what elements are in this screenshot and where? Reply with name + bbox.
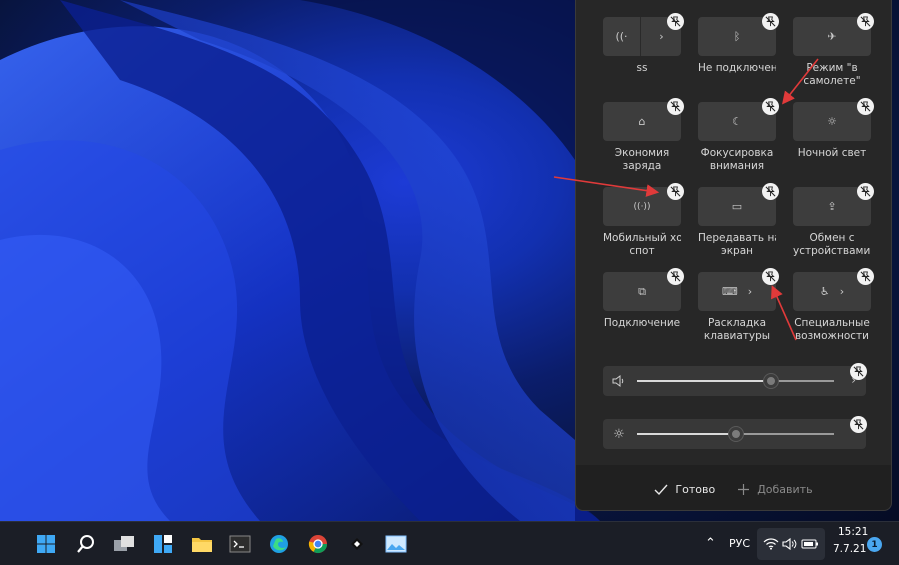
tile-label: Специальные возможности [794,317,870,342]
keyboard-icon: ⌨ [721,285,738,298]
edge-icon[interactable] [268,533,290,555]
unpin-icon[interactable] [667,13,684,30]
tile-label: Мобильный хот-спот [603,232,681,257]
tile-label: Не подключено [698,62,776,74]
unpin-icon[interactable] [857,13,874,30]
tile-label: Фокусировка внимания [700,147,774,172]
notification-badge[interactable]: 1 [867,537,882,552]
quick-settings-button[interactable] [757,528,825,560]
add-button[interactable]: Добавить [737,483,813,496]
search-icon[interactable] [75,533,97,555]
clock-date[interactable]: 7.7.21 [833,543,866,555]
unpin-icon[interactable] [667,268,684,285]
cast-icon: ▭ [731,200,743,213]
brightness-thumb[interactable] [728,427,743,441]
speaker-icon [782,538,797,550]
chevron-right-icon[interactable]: › [748,285,752,298]
add-label: Добавить [757,483,813,496]
tile-label: Раскладка клавиатуры [703,317,771,342]
volume-slider-row: › [603,366,866,396]
tile-label: Обмен сустройствами по [793,232,871,257]
sun-icon: ☼ [827,115,837,128]
language-indicator[interactable]: РУС [729,537,750,550]
clock-time[interactable]: 15:21 [838,526,868,538]
checkmark-icon [654,484,668,495]
volume-fill [637,380,771,382]
tile-label: ss [636,62,648,74]
battery-icon [801,539,819,549]
brightness-fill [637,433,736,435]
taskbar: ⌃ РУС 15:21 7.7.21 [0,521,899,565]
quick-settings-footer: Готово Добавить [575,468,892,511]
widgets-icon[interactable] [152,533,174,555]
bluetooth-icon: ᛒ [733,30,741,43]
unpin-icon[interactable] [857,183,874,200]
chevron-right-icon[interactable]: › [840,285,844,298]
file-explorer-icon[interactable] [191,533,213,555]
tile-label: Передавать на экран [698,232,776,257]
wifi-icon: ((· [603,17,641,56]
tile-label: Экономия заряда [614,147,670,172]
share-icon: ⇪ [827,200,837,213]
unpin-icon[interactable] [857,98,874,115]
tile-label: Подключение [603,317,681,329]
speaker-icon[interactable] [603,375,635,387]
unpin-icon[interactable] [667,98,684,115]
done-button[interactable]: Готово [654,483,715,496]
task-view-icon[interactable] [113,533,135,555]
plus-icon [738,484,750,495]
chevron-up-icon[interactable]: ⌃ [705,536,716,551]
unpin-icon[interactable] [667,183,684,200]
terminal-icon[interactable] [229,533,251,555]
done-label: Готово [675,483,716,496]
unpin-icon[interactable] [762,268,779,285]
connect-icon: ⧉ [638,284,646,298]
unpin-icon[interactable] [762,13,779,30]
photos-icon[interactable] [385,533,407,555]
tile-label: Режим "в самолете" [803,62,861,87]
accessibility-icon: ♿ [819,285,830,298]
unpin-icon[interactable] [762,98,779,115]
wifi-icon [763,538,779,550]
unpin-icon[interactable] [850,363,867,380]
unpin-icon[interactable] [857,268,874,285]
unpin-icon[interactable] [762,183,779,200]
start-icon[interactable] [35,533,57,555]
volume-thumb[interactable] [763,374,778,388]
brightness-slider[interactable] [637,427,834,441]
moon-icon: ☾ [732,115,742,128]
hotspot-icon: ((·)) [633,201,651,212]
app-icon[interactable] [346,533,368,555]
chrome-icon[interactable] [307,533,329,555]
unpin-icon[interactable] [850,416,867,433]
battery-saver-icon: ⌂ [638,115,646,128]
volume-slider[interactable] [637,374,834,388]
airplane-icon: ✈ [827,30,837,43]
brightness-slider-row: ☼ [603,419,866,449]
tile-label: Ночной свет [797,147,867,159]
brightness-icon: ☼ [613,426,625,442]
